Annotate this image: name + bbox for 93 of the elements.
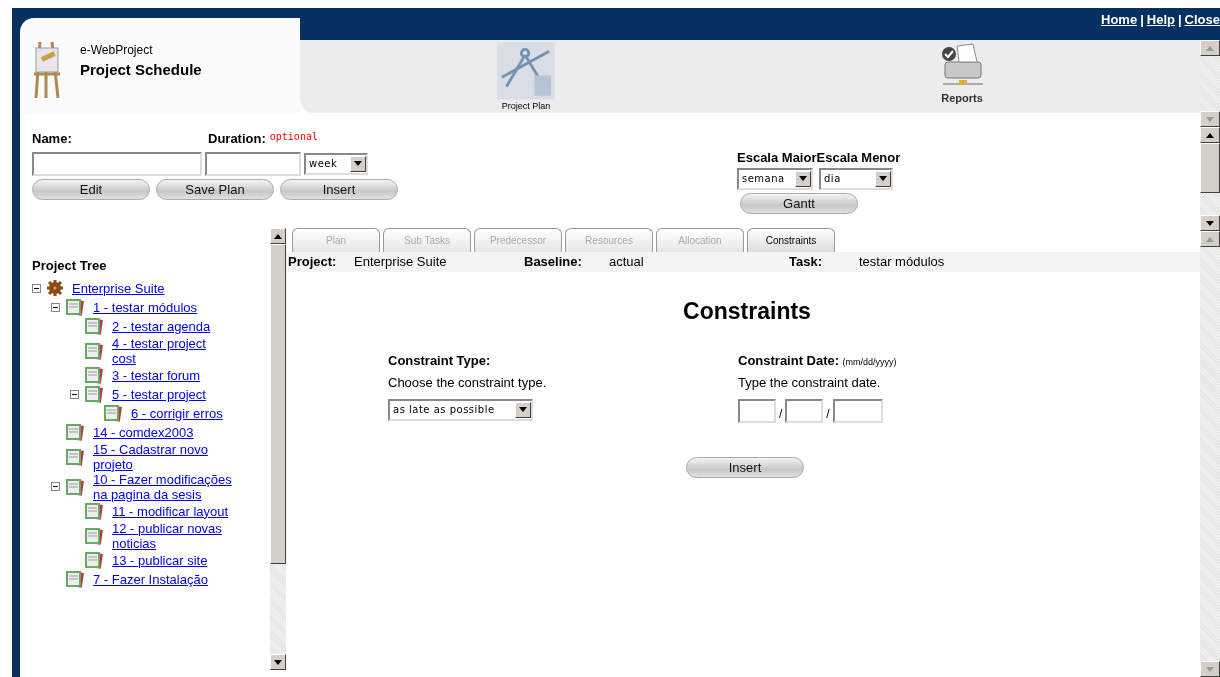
toolbar-button[interactable]: Reports xyxy=(937,40,987,113)
task-icon xyxy=(65,570,85,588)
dropdown-arrow-icon xyxy=(354,161,362,166)
collapse-icon[interactable] xyxy=(51,302,60,312)
scroll-up-icon xyxy=(1206,132,1214,138)
action-button[interactable]: Save Plan xyxy=(156,178,274,200)
collapse-icon[interactable] xyxy=(51,482,60,491)
form-scrollbar[interactable] xyxy=(1200,127,1220,231)
tree-scrollbar[interactable] xyxy=(270,228,286,670)
info-label: Project: xyxy=(288,253,338,272)
name-field[interactable] xyxy=(32,151,202,176)
toolbar-button[interactable]: Project Plan xyxy=(495,40,557,113)
dropdown-arrow-icon xyxy=(519,407,527,412)
insert-button[interactable]: Insert xyxy=(686,456,804,478)
tree-item-link[interactable]: 15 - Cadastrar novo projeto xyxy=(93,441,233,472)
header-link[interactable]: Home xyxy=(1101,10,1138,30)
date-field[interactable] xyxy=(832,398,883,423)
header-link[interactable]: Close xyxy=(1184,10,1220,30)
scroll-up-icon xyxy=(274,233,282,239)
separator-text: | xyxy=(1140,11,1144,29)
task-icon xyxy=(84,385,104,403)
tree-item-link[interactable]: 2 - testar agenda xyxy=(112,318,211,334)
major-scale-dropdown[interactable]: semana xyxy=(737,167,813,190)
header-link[interactable]: Help xyxy=(1146,10,1175,30)
compass-icon xyxy=(495,42,557,100)
field-label: Duration: xyxy=(208,130,266,148)
action-button[interactable]: Edit xyxy=(32,178,150,200)
scroll-down-icon xyxy=(1206,116,1214,122)
task-icon xyxy=(84,502,104,520)
task-icon xyxy=(84,341,104,360)
app-title: Project Schedule xyxy=(80,60,202,80)
field-label: Escala Maior xyxy=(737,149,817,167)
info-label: Task: xyxy=(789,253,823,272)
constraint-type-dropdown[interactable]: as late as possible xyxy=(388,398,533,421)
tree-item-link[interactable]: 13 - publicar site xyxy=(112,552,208,568)
scroll-down-icon xyxy=(1206,666,1214,672)
tree-item-link[interactable]: 10 - Fazer modificações na pagina da sesis xyxy=(93,471,233,502)
minor-scale-dropdown[interactable]: dia xyxy=(819,167,893,190)
info-label: Baseline: xyxy=(524,253,583,272)
field-label: Name: xyxy=(32,130,73,148)
tree-item-link[interactable]: 3 - testar forum xyxy=(112,367,201,383)
task-icon xyxy=(65,298,85,316)
scroll-up-icon xyxy=(1206,45,1214,51)
separator-text: | xyxy=(1177,11,1182,29)
tree-item-link[interactable]: 12 - publicar novas noticias xyxy=(112,520,233,551)
scroll-down-icon xyxy=(1206,220,1214,226)
tree-item-link[interactable]: Enterprise Suite xyxy=(72,280,165,296)
task-icon xyxy=(65,447,85,466)
dropdown-arrow-icon xyxy=(799,176,807,181)
info-value: testar módulos xyxy=(859,253,945,272)
tree-title: Project Tree xyxy=(32,257,108,275)
content-scrollbar[interactable] xyxy=(1200,231,1220,677)
section-heading: Constraints xyxy=(683,297,811,326)
header-scrollbar[interactable] xyxy=(1200,40,1220,127)
task-icon xyxy=(65,423,85,441)
date-field[interactable] xyxy=(738,398,776,423)
task-icon xyxy=(84,317,104,335)
task-icon xyxy=(65,477,85,496)
duration-field[interactable] xyxy=(205,151,301,176)
format-hint: (mm/dd/yyyy) xyxy=(842,356,897,367)
tree-item-link[interactable]: 14 - comdex2003 xyxy=(93,424,194,440)
hint-text: optional xyxy=(269,130,318,144)
help-text: Type the constraint date. xyxy=(738,374,882,392)
help-text: Choose the constraint type. xyxy=(388,374,548,392)
date-field[interactable] xyxy=(785,398,824,423)
task-icon xyxy=(84,366,104,384)
dropdown-arrow-icon xyxy=(879,176,887,181)
info-value: actual xyxy=(609,253,645,272)
tree-item-link[interactable]: 5 - testar project xyxy=(112,386,206,402)
gear-icon xyxy=(46,280,64,296)
tree-item-link[interactable]: 7 - Fazer Instalação xyxy=(93,571,208,587)
task-icon xyxy=(103,404,123,422)
separator-text: / xyxy=(826,405,830,423)
scroll-down-icon xyxy=(274,659,282,665)
field-label: Escala Menor xyxy=(816,149,901,167)
task-icon xyxy=(84,526,104,545)
info-value: Enterprise Suite xyxy=(354,253,448,272)
field-label: Constraint Date: xyxy=(738,352,840,368)
field-label: Constraint Type: xyxy=(388,351,492,370)
tree-item-link[interactable]: 11 - modificar layout xyxy=(112,503,229,519)
app-name: e-WebProject xyxy=(80,42,154,59)
collapse-icon[interactable] xyxy=(32,283,41,293)
tab[interactable]: Constraints xyxy=(747,228,835,252)
task-icon xyxy=(84,551,104,569)
gantt-button[interactable]: Gantt xyxy=(740,192,858,214)
tree-item-link[interactable]: 6 - corrigir erros xyxy=(131,405,223,421)
tree-item-link[interactable]: 1 - testar módulos xyxy=(93,299,198,315)
action-button[interactable]: Insert xyxy=(280,178,398,200)
collapse-icon[interactable] xyxy=(70,389,79,399)
scroll-up-icon xyxy=(1206,236,1214,242)
unit-dropdown[interactable]: week xyxy=(304,152,368,175)
tree-item-link[interactable]: 4 - testar project cost xyxy=(112,335,233,366)
separator-text: / xyxy=(779,405,783,423)
